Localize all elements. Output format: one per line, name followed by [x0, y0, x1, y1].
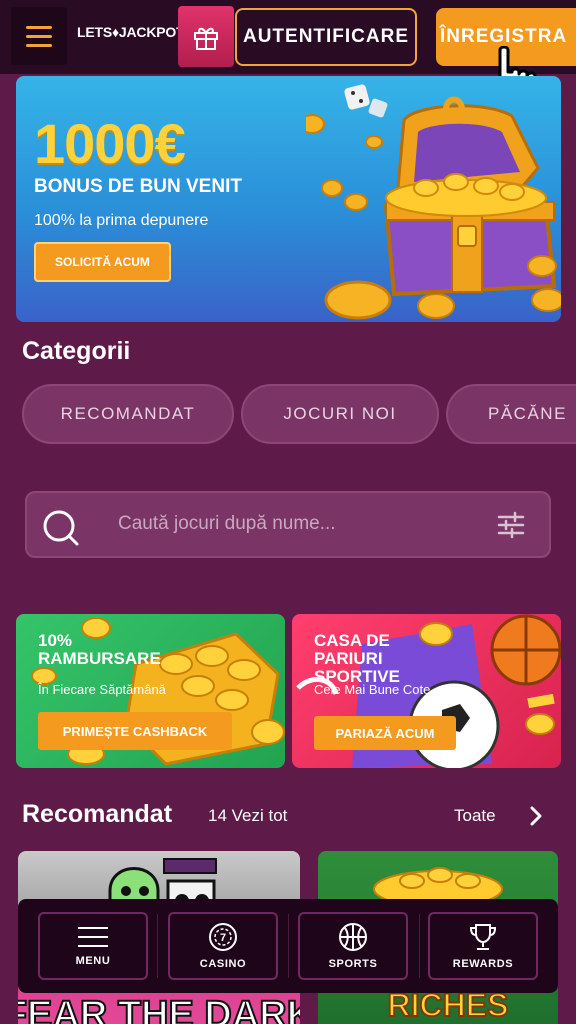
sportsbook-title: CASA DE PARIURI SPORTIVE	[314, 631, 400, 686]
game-art-text: FEAR THE DARK	[18, 994, 300, 1024]
nav-sports[interactable]: SPORTS	[298, 912, 408, 980]
game-search-bar[interactable]: Caută jocuri după nume...	[25, 491, 551, 558]
filter-icon[interactable]	[497, 511, 525, 539]
treasure-chest-illustration	[306, 84, 561, 320]
top-bar: LETS♦JACKPOT AUTENTIFICARE ÎNREGISTRA	[0, 0, 576, 110]
sportsbook-subtitle: Cele Mai Bune Cote	[314, 682, 431, 697]
nav-rewards-label: REWARDS	[452, 958, 514, 970]
gift-icon	[194, 27, 218, 50]
search-input[interactable]: Caută jocuri după nume...	[118, 513, 336, 535]
bet-now-button[interactable]: PARIAZĂ ACUM	[314, 716, 456, 750]
claim-bonus-button[interactable]: SOLICITĂ ACUM	[34, 242, 171, 282]
basketball-icon	[339, 923, 367, 951]
logo[interactable]: LETS♦JACKPOT	[77, 24, 185, 40]
cashback-promo-card[interactable]: 10% RAMBURSARE În Fiecare Săptămână PRIM…	[16, 614, 285, 768]
nav-menu-label: MENU	[75, 955, 111, 967]
recommended-all-link[interactable]: Toate	[454, 806, 496, 826]
casino-chip-icon: 7	[209, 923, 237, 951]
gift-button[interactable]	[178, 6, 234, 67]
bonus-amount: 1000€	[34, 112, 186, 175]
cashback-subtitle: În Fiecare Săptămână	[38, 682, 166, 697]
nav-casino-label: CASINO	[199, 958, 247, 970]
svg-text:7: 7	[220, 932, 226, 944]
nav-casino[interactable]: 7 CASINO	[168, 912, 278, 980]
hamburger-menu-button[interactable]	[11, 7, 67, 65]
category-chip-slots[interactable]: PĂCĂNE	[446, 384, 576, 444]
cashback-title: 10% RAMBURSARE	[38, 631, 161, 668]
login-button[interactable]: AUTENTIFICARE	[235, 8, 417, 66]
recommended-heading: Recomandat	[22, 800, 173, 828]
bonus-title: BONUS DE BUN VENIT	[34, 176, 242, 197]
categories-heading: Categorii	[22, 337, 131, 365]
welcome-bonus-banner[interactable]: 1000€ BONUS DE BUN VENIT 100% la prima d…	[16, 76, 561, 322]
category-chip-recommended[interactable]: RECOMANDAT	[22, 384, 234, 444]
hamburger-icon	[78, 927, 108, 947]
hamburger-icon	[26, 25, 52, 29]
category-chip-new-games[interactable]: JOCURI NOI	[241, 384, 439, 444]
nav-menu[interactable]: MENU	[38, 912, 148, 980]
nav-rewards[interactable]: REWARDS	[428, 912, 538, 980]
nav-sports-label: SPORTS	[328, 958, 378, 970]
bonus-subtitle: 100% la prima depunere	[34, 212, 209, 229]
trophy-icon	[469, 924, 497, 950]
sportsbook-promo-card[interactable]: CASA DE PARIURI SPORTIVE Cele Mai Bune C…	[292, 614, 561, 768]
recommended-count-link[interactable]: 14 Vezi tot	[208, 806, 287, 826]
search-icon	[43, 510, 79, 546]
bottom-navigation: MENU 7 CASINO SPORTS REWARDS	[18, 899, 558, 993]
chevron-right-icon[interactable]	[529, 806, 543, 826]
get-cashback-button[interactable]: PRIMEȘTE CASHBACK	[38, 712, 232, 750]
